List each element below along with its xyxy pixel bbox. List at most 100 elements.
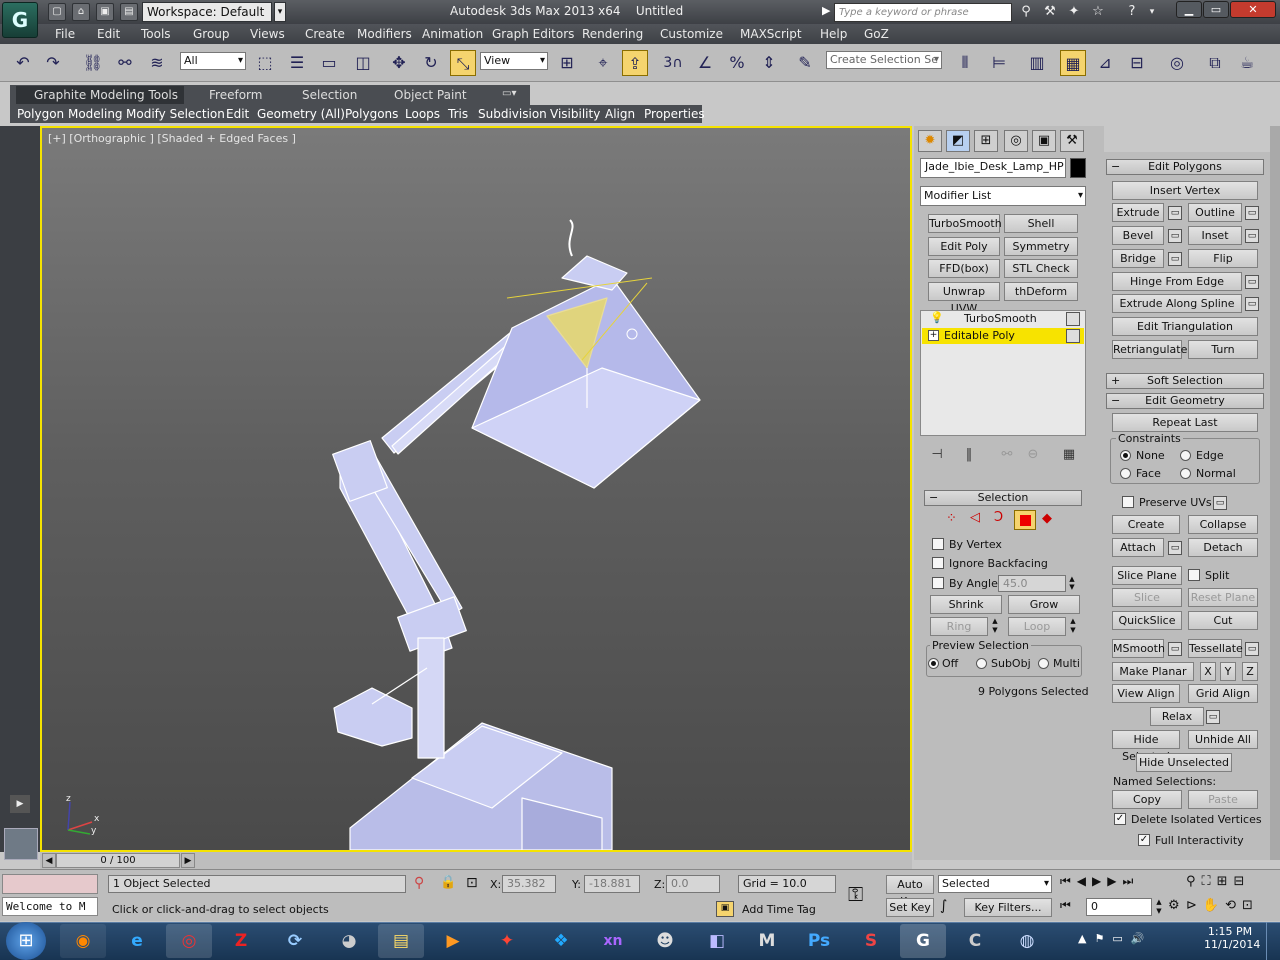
modifier-ffd-box-button[interactable]: FFD(box) [928, 259, 1000, 278]
preview-subobj-radio[interactable] [976, 658, 987, 669]
time-config-icon[interactable]: ⚙ [1168, 898, 1180, 913]
shrink-button[interactable]: Shrink [930, 595, 1002, 614]
clock[interactable]: 1:15 PM 11/1/2014 [1204, 925, 1260, 951]
loop-spinner-icon[interactable]: ▲ ▼ [1068, 617, 1078, 636]
next-frame-icon[interactable]: ▶ [181, 853, 195, 868]
graphite-toggle-icon[interactable]: ▦ [1060, 50, 1086, 76]
material-editor-icon[interactable]: ◎ [1164, 50, 1190, 76]
inset-settings-icon[interactable]: ▭ [1245, 229, 1259, 243]
app-icon[interactable]: ⟳ [272, 924, 318, 958]
bevel-button[interactable]: Bevel [1112, 226, 1164, 245]
app-icon[interactable]: ◧ [694, 924, 740, 958]
menu-animation[interactable]: Animation [422, 27, 483, 41]
hierarchy-tab-icon[interactable]: ⊞ [974, 130, 998, 152]
extrude-button[interactable]: Extrude [1112, 203, 1164, 222]
spinner-snap-icon[interactable]: ⇕ [756, 50, 782, 76]
menu-graph-editors[interactable]: Graph Editors [492, 27, 574, 41]
isolate-icon[interactable]: ⚲ [414, 875, 424, 891]
photoshop-icon[interactable]: Ps [796, 924, 842, 958]
preserve-uvs-settings-icon[interactable]: ▭ [1213, 496, 1227, 510]
detach-button[interactable]: Detach [1188, 538, 1258, 557]
snap-toggle-icon[interactable]: 3∩ [660, 50, 686, 76]
attach-settings-icon[interactable]: ▭ [1168, 541, 1182, 555]
edit-triangulation-button[interactable]: Edit Triangulation [1112, 317, 1258, 336]
menu-tools[interactable]: Tools [141, 27, 171, 41]
stack-item-editable-poly[interactable]: + Editable Poly [922, 328, 1084, 344]
y-coord-input[interactable]: -18.881 [584, 875, 640, 893]
bridge-button[interactable]: Bridge [1112, 249, 1164, 268]
open-file-icon[interactable]: ⌂ [72, 3, 90, 21]
search-arrow-icon[interactable]: ▶ [822, 4, 830, 17]
panel-subdivision[interactable]: Subdivision [478, 107, 547, 121]
menu-help[interactable]: Help [820, 27, 847, 41]
quickslice-button[interactable]: QuickSlice [1112, 611, 1182, 630]
percent-snap-icon[interactable]: % [724, 50, 750, 76]
maxscript-listener-mini[interactable] [2, 874, 98, 894]
close-icon[interactable]: ✕ [1230, 1, 1276, 18]
time-slider-thumb[interactable]: 0 / 100 [56, 853, 180, 868]
stack-item-turbosmooth[interactable]: 💡 TurboSmooth [922, 311, 1084, 327]
create-tab-icon[interactable]: ✹ [918, 130, 942, 152]
planar-z-button[interactable]: Z [1242, 662, 1258, 681]
redo-icon[interactable]: ↷ [40, 50, 66, 76]
view-align-button[interactable]: View Align [1112, 684, 1180, 703]
constraint-normal-radio[interactable] [1180, 468, 1191, 479]
binoculars-icon[interactable]: ⚲ [1016, 3, 1036, 21]
menu-create[interactable]: Create [305, 27, 345, 41]
ignore-backfacing-checkbox[interactable] [932, 557, 944, 569]
outline-settings-icon[interactable]: ▭ [1245, 206, 1259, 220]
panel-polygons[interactable]: Polygons [345, 107, 398, 121]
app-icon[interactable]: ◕ [326, 924, 372, 958]
ie-icon[interactable]: e [114, 924, 160, 958]
edit-geometry-header[interactable]: − Edit Geometry [1106, 393, 1264, 409]
reset-plane-button[interactable]: Reset Plane [1188, 588, 1258, 607]
display-tab-icon[interactable]: ▣ [1032, 130, 1056, 152]
key-mode-icon[interactable]: ⏮ [1060, 898, 1071, 913]
delete-isolated-checkbox[interactable]: ✓ [1114, 813, 1126, 825]
grid-align-button[interactable]: Grid Align [1188, 684, 1258, 703]
unlink-icon[interactable]: ⚯ [112, 50, 138, 76]
search-input[interactable]: Type a keyword or phrase [834, 3, 1012, 22]
modifier-turbosmooth-button[interactable]: TurboSmooth [928, 214, 1002, 233]
insert-vertex-button[interactable]: Insert Vertex [1112, 181, 1258, 200]
set-key-button[interactable]: Set Key [886, 898, 934, 917]
cut-button[interactable]: Cut [1188, 611, 1258, 630]
rotate-icon[interactable]: ↻ [418, 50, 444, 76]
key-tangent-icon[interactable]: ∫ [940, 898, 947, 914]
z-coord-input[interactable]: 0.0 [666, 875, 720, 893]
split-checkbox[interactable] [1188, 569, 1200, 581]
link-icon[interactable]: ⛓ [80, 50, 106, 76]
minimize-icon[interactable]: ▁ [1176, 1, 1202, 18]
mirror-icon[interactable]: ⫴ [952, 50, 978, 76]
show-end-result-icon[interactable]: ‖ [956, 442, 982, 468]
pin-stack-icon[interactable]: ⊣ [924, 442, 950, 468]
modify-tab-icon[interactable]: ◩ [946, 130, 970, 152]
xn-icon[interactable]: xn [590, 924, 636, 958]
time-tag-icon[interactable]: ▣ [716, 901, 734, 917]
named-selection-dropdown[interactable]: Create Selection Se [826, 51, 942, 69]
panel-align[interactable]: Align [605, 107, 635, 121]
angle-snap-icon[interactable]: ∠ [692, 50, 718, 76]
menu-file[interactable]: File [55, 27, 75, 41]
menu-views[interactable]: Views [250, 27, 285, 41]
unhide-all-button[interactable]: Unhide All [1188, 730, 1258, 749]
paste-button[interactable]: Paste [1188, 790, 1258, 809]
selection-set-dropdown[interactable]: Selected [938, 875, 1052, 893]
vertex-mode-icon[interactable]: ⁘ [946, 511, 957, 526]
maxscript-output[interactable]: Welcome to M [2, 897, 98, 916]
absolute-mode-icon[interactable]: ⊡ [466, 875, 478, 891]
constraint-edge-radio[interactable] [1180, 450, 1191, 461]
panel-properties[interactable]: Properties [644, 107, 705, 121]
tab-graphite-modeling-tools[interactable]: Graphite Modeling Tools [34, 88, 178, 102]
render-setup-icon[interactable]: ⧉ [1202, 50, 1228, 76]
relax-settings-icon[interactable]: ▭ [1206, 710, 1220, 724]
remove-modifier-icon[interactable]: ⊖ [1020, 442, 1046, 468]
full-interactivity-checkbox[interactable]: ✓ [1138, 834, 1150, 846]
tab-object-paint[interactable]: Object Paint [394, 88, 467, 102]
repeat-last-button[interactable]: Repeat Last [1112, 413, 1258, 432]
panel-geometry-all[interactable]: Geometry (All) [257, 107, 345, 121]
window-crossing-icon[interactable]: ◫ [350, 50, 376, 76]
modifier-edit-poly-button[interactable]: Edit Poly [928, 237, 1000, 256]
attach-button[interactable]: Attach [1112, 538, 1164, 557]
help-arrow-icon[interactable]: ▾ [1142, 3, 1162, 21]
